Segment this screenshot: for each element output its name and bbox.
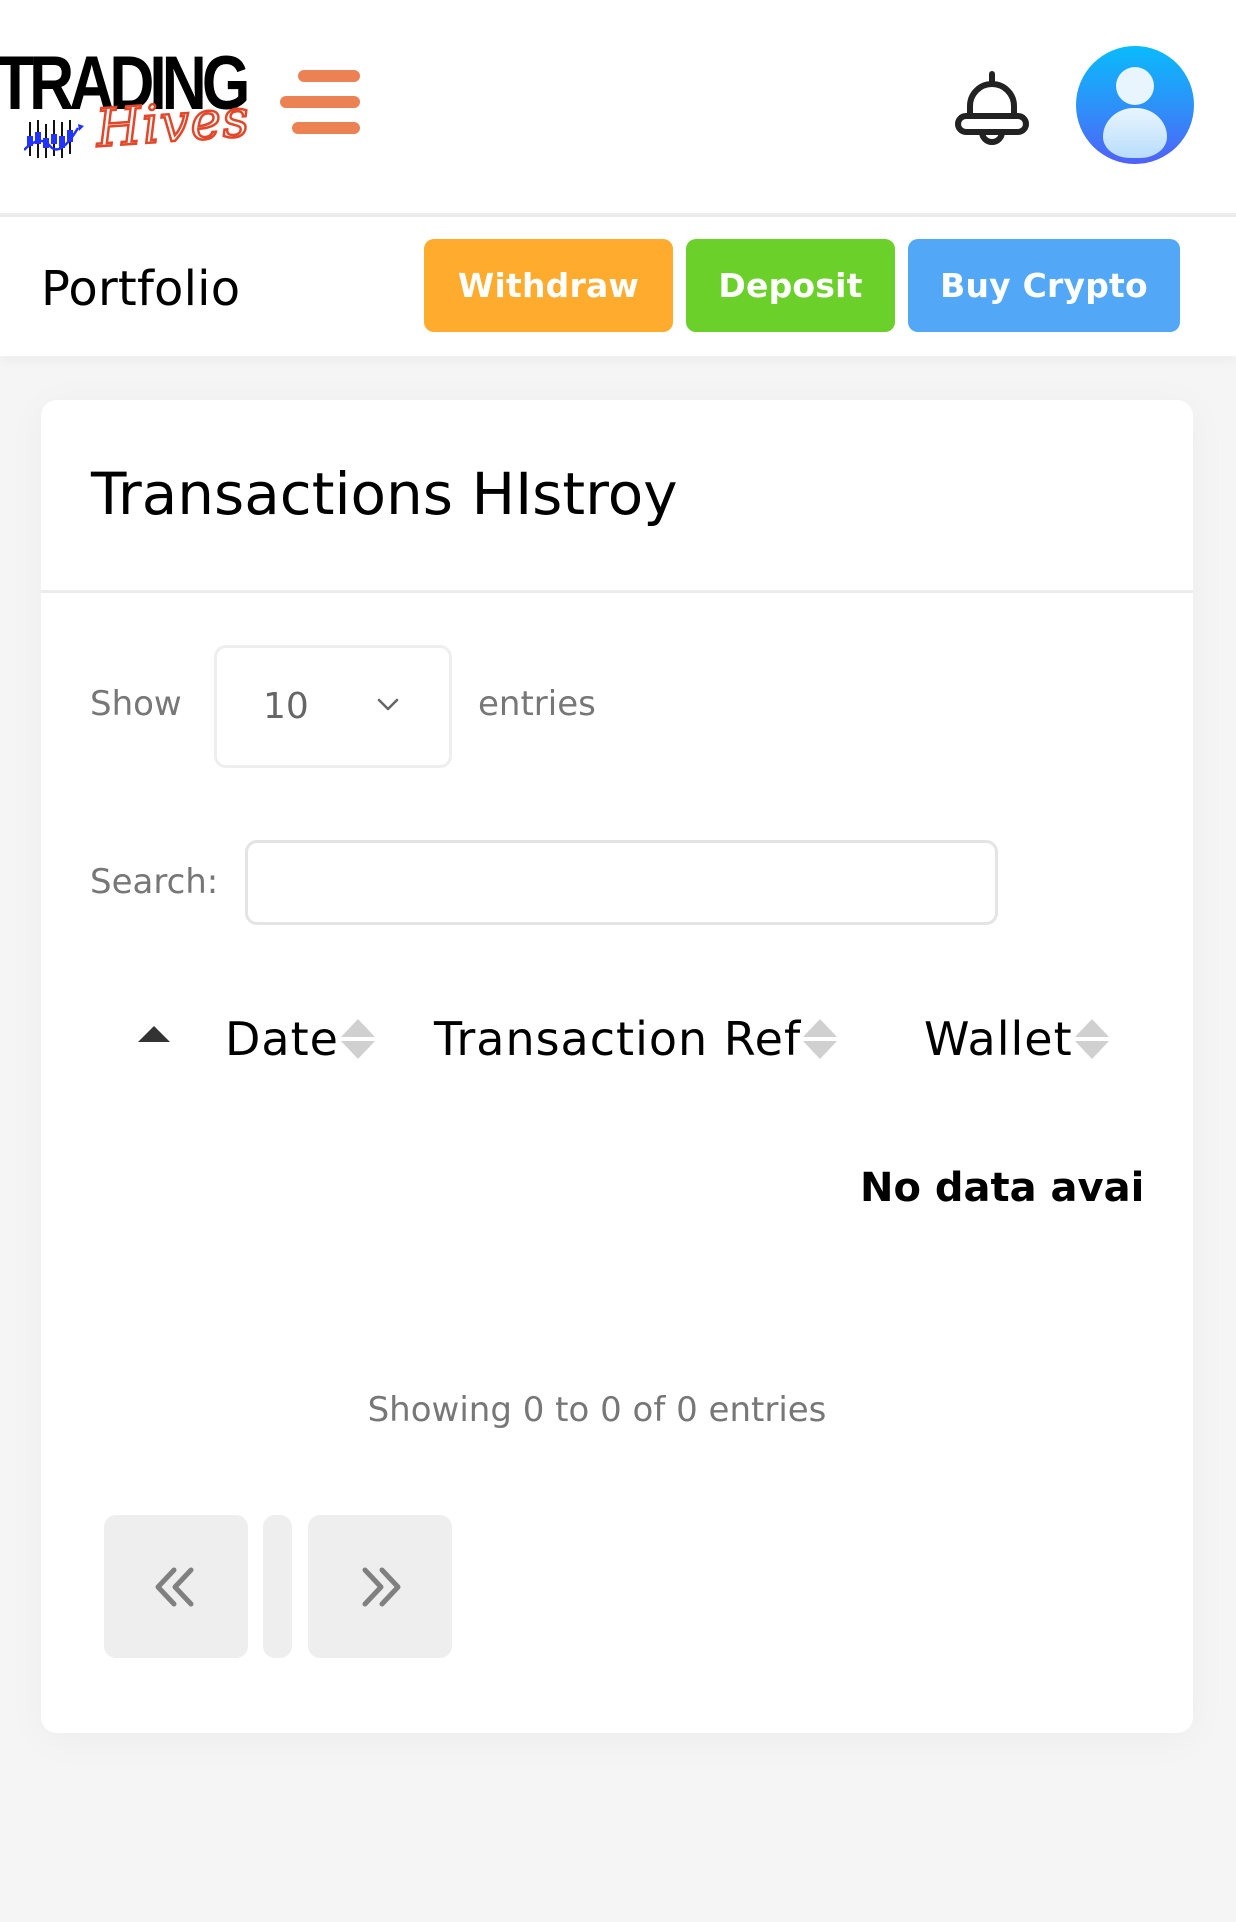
table-info: Showing 0 to 0 of 0 entries [367,1390,827,1430]
user-avatar-button[interactable] [1076,46,1194,164]
withdraw-button[interactable]: Withdraw [424,239,673,332]
column-header-date[interactable]: Date [225,1012,375,1066]
transactions-card: Transactions HIstroy Show 10 entries Sea… [41,400,1193,1733]
trading-hives-logo[interactable]: TRADING Hives [0,44,253,162]
hamburger-icon-line [280,96,360,108]
hamburger-icon-line [298,70,360,82]
buy-crypto-button[interactable]: Buy Crypto [908,239,1180,332]
hamburger-icon-line [292,122,360,134]
previous-page-button[interactable] [104,1515,248,1658]
table-empty-message: No data available in table [860,1165,1146,1211]
user-avatar-icon-head [1116,67,1154,105]
search-input[interactable] [245,840,998,925]
bell-icon[interactable] [952,70,1032,150]
next-page-button[interactable] [308,1515,452,1658]
column-header-label: Wallet [924,1012,1073,1066]
entries-per-page-select[interactable]: 10 [214,645,452,768]
page-number-button[interactable] [263,1515,292,1658]
deposit-button[interactable]: Deposit [686,239,895,332]
sort-ascending-icon[interactable] [137,1025,171,1043]
column-header-wallet[interactable]: Wallet [924,1012,1109,1066]
sort-both-icon [1074,1015,1109,1063]
length-menu-prefix: Show [90,684,182,724]
sort-both-icon [803,1015,838,1063]
hamburger-menu-button[interactable] [276,66,360,138]
double-chevron-left-icon [155,1567,194,1606]
column-header-label: Transaction Ref [434,1012,802,1066]
page-title: Portfolio [41,261,241,317]
table-header-row: Date Transaction Ref Wallet [41,1000,1193,1090]
card-header: Transactions HIstroy [41,400,1193,593]
candlestick-chart-icon [24,120,84,158]
double-chevron-right-icon [362,1567,401,1606]
entries-select-value: 10 [263,686,309,727]
length-menu-suffix: entries [478,684,596,724]
top-header: TRADING Hives [0,0,1236,213]
column-header-label: Date [225,1012,339,1066]
column-header-transaction-ref[interactable]: Transaction Ref [434,1012,838,1066]
portfolio-toolbar: Portfolio Withdraw Deposit Buy Crypto [0,217,1236,356]
logo-script-text: Hives [93,87,253,160]
card-title: Transactions HIstroy [91,460,678,528]
chevron-down-icon [377,698,399,711]
sort-both-icon [340,1015,375,1063]
user-avatar-icon-body [1103,108,1167,158]
search-label: Search: [90,862,219,902]
